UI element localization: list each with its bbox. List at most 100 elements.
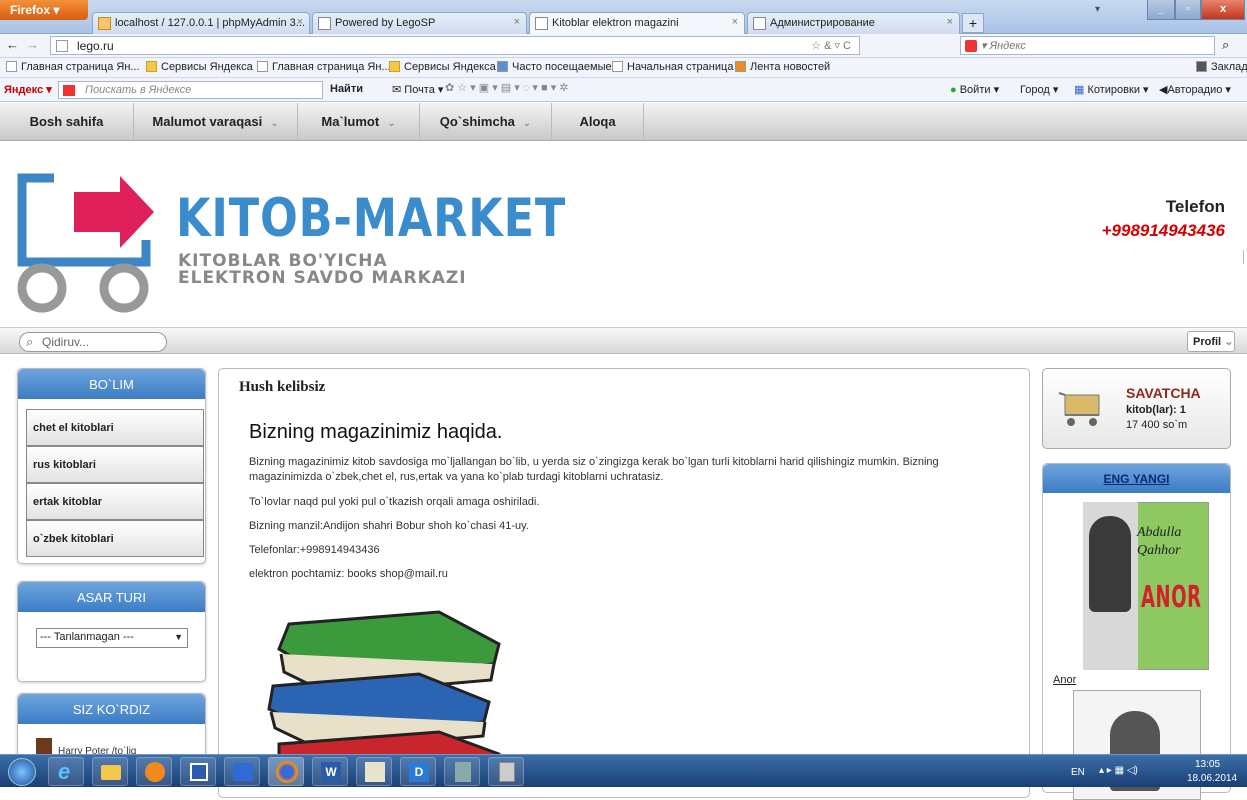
folder-icon: [146, 61, 157, 72]
book-link-anor[interactable]: Anor: [1053, 674, 1076, 686]
quotes-button[interactable]: ▦ Котировки ▾: [1074, 83, 1149, 96]
chart-taskbar-button[interactable]: [356, 757, 392, 786]
category-foreign[interactable]: chet el kitoblari: [26, 409, 204, 446]
tab-kitoblar[interactable]: Kitoblar elektron magazini ×: [529, 12, 745, 35]
close-icon[interactable]: ×: [947, 16, 953, 28]
close-icon[interactable]: ×: [732, 16, 738, 28]
clock-date[interactable]: 18.06.2014: [1187, 773, 1237, 784]
brand-name[interactable]: KITOB-MARKET: [176, 189, 566, 249]
cart-box[interactable]: SAVATCHA kitob(lar): 1 17 400 so`m: [1042, 368, 1231, 449]
tab-list-icon[interactable]: ▾: [1095, 4, 1100, 15]
ie-icon: e: [58, 759, 71, 784]
menu-extra[interactable]: Qo`shimcha ⌄: [420, 103, 552, 141]
radio-button[interactable]: ◀Авторадио ▾: [1159, 83, 1231, 96]
close-window-button[interactable]: x: [1201, 0, 1245, 20]
tab-legosp[interactable]: Powered by LegoSP ×: [312, 12, 527, 34]
yandex-logo[interactable]: Яндекс ▾: [4, 83, 52, 96]
folder-icon: [101, 765, 121, 780]
yandex-search-input[interactable]: Поискать в Яндексе: [58, 81, 323, 99]
bookmark-star-icon[interactable]: ☆ & ▿ C: [811, 39, 851, 52]
chevron-down-icon: ⌄: [1224, 336, 1234, 348]
minimize-button[interactable]: _: [1147, 0, 1175, 20]
restore-button[interactable]: ▫: [1175, 0, 1201, 20]
clock-time[interactable]: 13:05: [1195, 759, 1220, 770]
page-icon: [6, 61, 17, 72]
chevron-down-icon: ▼: [174, 632, 183, 642]
genre-select[interactable]: --- Tanlanmagan --- ▼: [36, 628, 188, 648]
login-button[interactable]: ● Войти ▾: [950, 83, 999, 96]
mail-button[interactable]: ✉ Почта ▾: [392, 83, 443, 96]
menu-contact[interactable]: Aloqa: [552, 103, 644, 141]
bookmark-item[interactable]: Сервисы Яндекса: [146, 61, 253, 73]
chevron-down-icon: ⌄: [387, 118, 396, 129]
url-bar[interactable]: lego.ru ☆ & ▿ C: [50, 36, 860, 55]
category-uzbek[interactable]: o`zbek kitoblari: [26, 520, 204, 557]
email-paragraph: elektron pochtamiz: books shop@mail.ru: [249, 568, 448, 580]
browser-search-input[interactable]: ▾ Яндекс: [960, 36, 1215, 55]
forward-icon[interactable]: →: [26, 37, 39, 52]
bookmarks-toolbar: Главная страница Ян... Сервисы Яндекса Г…: [0, 58, 1247, 78]
genre-title: ASAR TURI: [18, 582, 205, 612]
start-button[interactable]: [8, 758, 36, 786]
tab-admin[interactable]: Администрирование ×: [747, 12, 960, 34]
about-title: Bizning magazinimiz haqida.: [249, 421, 503, 443]
main-content: Hush kelibsiz Bizning magazinimiz haqida…: [218, 368, 1030, 798]
page-icon: [56, 40, 68, 52]
bookmark-item[interactable]: Главная страница Ян...: [6, 61, 140, 73]
navigation-bar: ← → lego.ru ☆ & ▿ C ▾ Яндекс ⌕: [0, 34, 1247, 58]
save-taskbar-button[interactable]: [180, 757, 216, 786]
book-title: ANOR: [1141, 580, 1202, 615]
bookmark-item[interactable]: Сервисы Яндекса: [389, 61, 496, 73]
city-button[interactable]: Город ▾: [1020, 83, 1058, 96]
toolbar-icons[interactable]: ✿ ☆ ▾ ▣ ▾ ▤ ▾ ◌ ▾ ■ ▾ ✲: [445, 81, 569, 94]
page-icon: [753, 17, 766, 30]
word-taskbar-button[interactable]: W: [312, 757, 348, 786]
explorer-taskbar-button[interactable]: [92, 757, 128, 786]
user-icon: [455, 762, 471, 782]
tray-icons[interactable]: ▴ ▸ ▦ ◁): [1099, 765, 1138, 776]
app-icon: [233, 763, 253, 781]
page-icon: [535, 17, 548, 30]
player-taskbar-button[interactable]: D: [400, 757, 436, 786]
mail-icon: ✉: [392, 84, 402, 96]
find-button[interactable]: Найти: [330, 83, 363, 95]
app-taskbar-button[interactable]: [224, 757, 260, 786]
tab-phpmyadmin[interactable]: localhost / 127.0.0.1 | phpMyAdmin 3... ×: [92, 12, 310, 34]
chart-icon: ▦: [1074, 84, 1085, 96]
welcome-heading: Hush kelibsiz: [239, 379, 326, 395]
menu-info-pages[interactable]: Malumot varaqasi ⌄: [134, 103, 298, 141]
cart-logo-icon[interactable]: [14, 170, 174, 316]
browser-titlebar: Firefox ▾ localhost / 127.0.0.1 | phpMyA…: [0, 0, 1247, 35]
author-portrait: [1089, 516, 1131, 612]
language-indicator[interactable]: EN: [1071, 767, 1085, 778]
menu-home[interactable]: Bosh sahifa: [0, 103, 134, 141]
firefox-menu-button[interactable]: Firefox ▾: [0, 0, 88, 20]
yandex-icon: [965, 40, 977, 52]
bookmark-item[interactable]: Лента новостей: [735, 61, 830, 73]
firefox-taskbar-button[interactable]: [268, 757, 304, 786]
search-icon[interactable]: ⌕: [1222, 37, 1229, 53]
bookmarks-menu[interactable]: Заклад: [1196, 61, 1247, 73]
phpmyadmin-icon: [98, 17, 111, 30]
close-icon[interactable]: ×: [297, 16, 303, 28]
new-tab-button[interactable]: +: [962, 13, 984, 33]
profile-button[interactable]: Profil ⌄: [1187, 331, 1235, 352]
bookmark-item[interactable]: Главная страница Ян...: [257, 61, 391, 73]
d-icon: D: [409, 762, 429, 782]
bookmark-item[interactable]: Начальная страница: [612, 61, 733, 73]
yandex-toolbar: Яндекс ▾ Поискать в Яндексе Найти ✉ Почт…: [0, 78, 1247, 102]
bookmark-item[interactable]: Часто посещаемые: [497, 61, 612, 73]
ie-taskbar-button[interactable]: e: [48, 757, 84, 786]
scrollbar[interactable]: [1243, 250, 1247, 264]
category-tales[interactable]: ertak kitoblar: [26, 483, 204, 520]
category-russian[interactable]: rus kitoblari: [26, 446, 204, 483]
doc-taskbar-button[interactable]: [488, 757, 524, 786]
user-taskbar-button[interactable]: [444, 757, 480, 786]
media-taskbar-button[interactable]: [136, 757, 172, 786]
page-icon: [318, 17, 331, 30]
back-icon[interactable]: ←: [6, 37, 19, 52]
book-cover-anor[interactable]: Abdulla Qahhor ANOR: [1057, 502, 1224, 672]
close-icon[interactable]: ×: [514, 16, 520, 28]
menu-info[interactable]: Ma`lumot ⌄: [298, 103, 420, 141]
site-search-input[interactable]: ⌕ Qidiruv...: [19, 332, 167, 352]
